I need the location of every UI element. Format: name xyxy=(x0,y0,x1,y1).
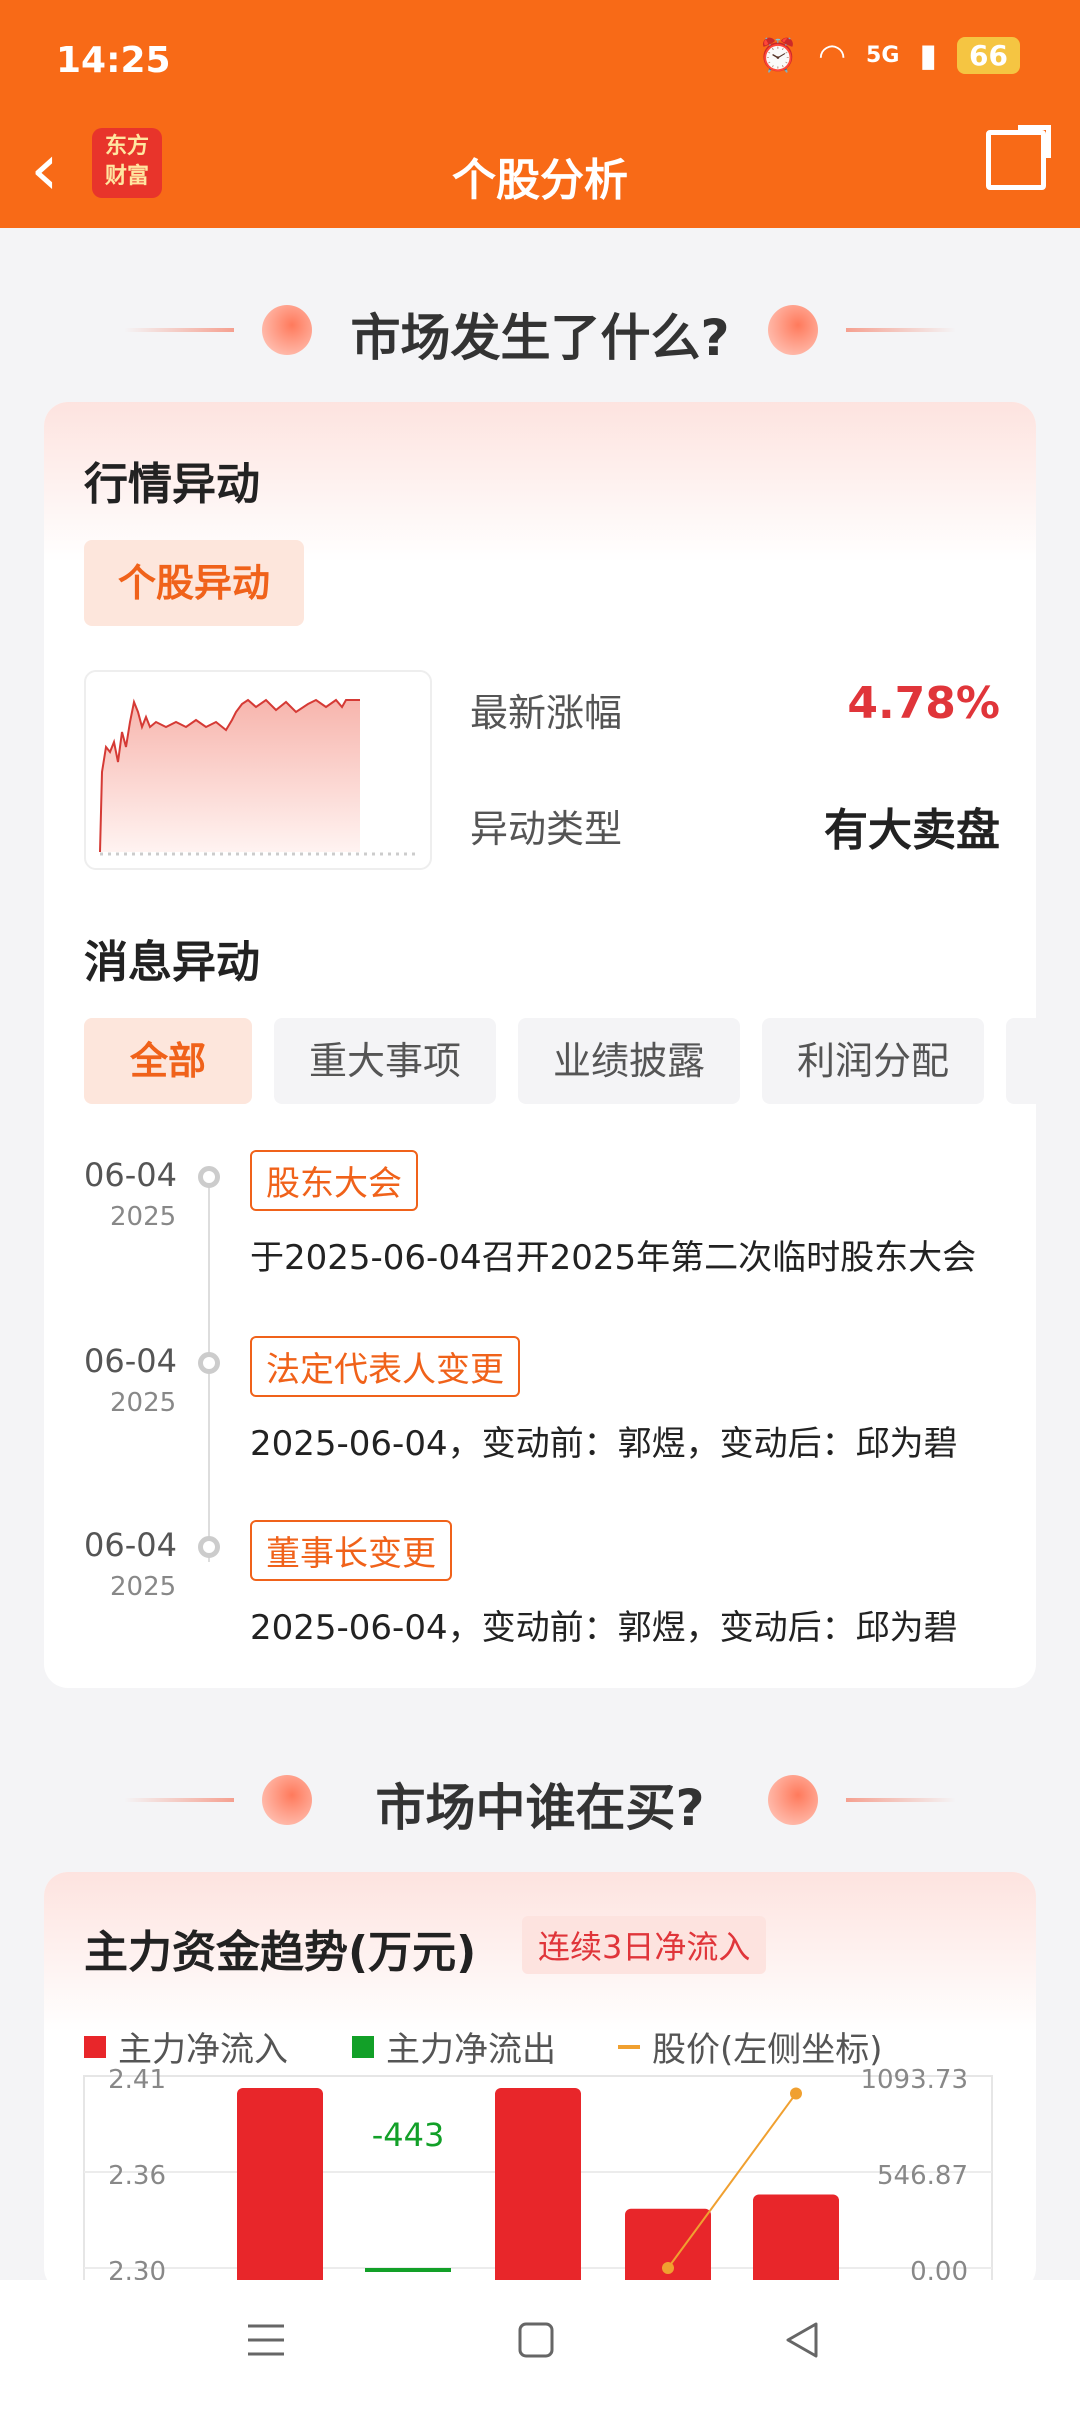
latest-change-value: 4.78% xyxy=(847,678,1000,729)
news-tag-3[interactable]: 董事长变更 xyxy=(250,1520,452,1581)
heading2-deco-ball-right xyxy=(768,1775,818,1825)
legend-price-swatch xyxy=(618,2044,640,2049)
intraday-sparkline[interactable] xyxy=(84,670,432,870)
inflow-bar-3[interactable] xyxy=(495,2088,581,2292)
right-tick-1: 1093.73 xyxy=(860,2068,968,2095)
news-text-2[interactable]: 2025-06-04，变动前：郭煜，变动后：邱为碧 xyxy=(250,1416,958,1465)
legend-inflow-label: 主力净流入 xyxy=(118,2030,288,2070)
inflow-bar-5[interactable] xyxy=(753,2194,839,2292)
alarm-icon: ⏰ xyxy=(758,36,799,74)
anomaly-title: 行情异动 xyxy=(84,459,260,510)
legend-price-label: 股价(左侧坐标) xyxy=(652,2030,883,2070)
outflow-bar-2[interactable] xyxy=(365,2268,451,2272)
sparkline-chart xyxy=(99,698,416,856)
fund-trend-title: 主力资金趋势(万元) xyxy=(84,1927,477,1978)
news-year-3: 2025 xyxy=(110,1572,177,1602)
timeline-dot-2 xyxy=(198,1352,220,1374)
status-icons: ⏰ ◠ 5G ▮ 66 xyxy=(758,36,1020,74)
back-nav-icon[interactable] xyxy=(782,2320,822,2360)
anomaly-type-value: 有大卖盘 xyxy=(824,805,1000,856)
news-text-3[interactable]: 2025-06-04，变动前：郭煜，变动后：邱为碧 xyxy=(250,1600,958,1649)
nav-bar: ‹ 个股分析 xyxy=(0,120,1080,228)
news-date-3: 06-04 xyxy=(84,1526,177,1564)
latest-change-label: 最新涨幅 xyxy=(470,691,623,735)
stock-anomaly-tag[interactable]: 个股异动 xyxy=(84,540,304,626)
page-title: 个股分析 xyxy=(452,155,628,206)
news-year-2: 2025 xyxy=(110,1388,177,1418)
news-date-2: 06-04 xyxy=(84,1342,177,1380)
tab-earnings[interactable]: 业绩披露 xyxy=(518,1018,740,1104)
outflow-bar-label: -443 xyxy=(372,2116,445,2154)
legend-inflow-swatch xyxy=(84,2035,106,2058)
share-icon[interactable] xyxy=(986,125,1051,190)
status-time: 14:25 xyxy=(56,40,171,81)
wifi-icon: ◠ xyxy=(818,36,847,74)
inflow-bar-1[interactable] xyxy=(237,2088,323,2292)
net-inflow-badge: 连续3日净流入 xyxy=(522,1916,767,1974)
battery-icon: 66 xyxy=(957,36,1020,74)
timeline-dot-3 xyxy=(198,1536,220,1558)
signal-icon: ▮ xyxy=(919,36,938,74)
section-heading-market-events: 市场发生了什么? xyxy=(350,309,730,367)
tab-all[interactable]: 全部 xyxy=(84,1018,252,1104)
home-icon[interactable] xyxy=(516,2320,556,2360)
news-year-1: 2025 xyxy=(110,1202,177,1232)
logo-line2: 财富 xyxy=(104,164,149,189)
tab-major-events[interactable]: 重大事项 xyxy=(274,1018,496,1104)
tab-dividends[interactable]: 利润分配 xyxy=(762,1018,984,1104)
anomaly-type-label: 异动类型 xyxy=(470,807,623,851)
heading2-deco-line-right xyxy=(846,1798,956,1802)
tab-more-partial[interactable] xyxy=(1006,1018,1036,1104)
legend-price: 股价(左侧坐标) xyxy=(618,2022,883,2071)
section-heading-who-buys: 市场中谁在买? xyxy=(375,1779,705,1837)
legend-outflow-swatch xyxy=(352,2035,374,2058)
news-anomaly-title: 消息异动 xyxy=(84,937,260,988)
menu-icon[interactable] xyxy=(246,2320,286,2360)
anomaly-card: 行情异动 个股异动 最新涨幅 4.78% 异动类型 有大卖盘 消息异动 全部 重… xyxy=(44,402,1036,1688)
news-date-1: 06-04 xyxy=(84,1156,177,1194)
news-tag-2[interactable]: 法定代表人变更 xyxy=(250,1336,520,1397)
legend-outflow-label: 主力净流出 xyxy=(386,2030,556,2070)
legend-outflow: 主力净流出 xyxy=(352,2022,556,2071)
fund-trend-card: 主力资金趋势(万元) 连续3日净流入 主力净流入 主力净流出 股价(左侧坐标) … xyxy=(44,1872,1036,2292)
timeline-dot-1 xyxy=(198,1166,220,1188)
price-point-1 xyxy=(662,2262,674,2274)
heading-deco-line-right xyxy=(846,328,956,332)
system-nav-bar xyxy=(0,2280,1080,2412)
price-point-2 xyxy=(790,2087,802,2100)
legend-inflow: 主力净流入 xyxy=(84,2022,288,2071)
app-logo: 东方 财富 xyxy=(92,128,162,198)
right-tick-2: 546.87 xyxy=(877,2161,968,2191)
fund-trend-chart[interactable]: 2.41 2.36 2.30 1093.73 546.87 0.00 -443 xyxy=(44,2068,1036,2292)
heading-deco-ball-right xyxy=(768,305,818,355)
news-tag-1[interactable]: 股东大会 xyxy=(250,1150,418,1211)
left-tick-1: 2.41 xyxy=(108,2068,166,2095)
news-text-1[interactable]: 于2025-06-04召开2025年第二次临时股东大会 xyxy=(250,1230,976,1279)
logo-line1: 东方 xyxy=(104,134,149,159)
status-bar: 14:25 ⏰ ◠ 5G ▮ 66 xyxy=(0,0,1080,120)
left-tick-2: 2.36 xyxy=(108,2161,166,2191)
network-label: 5G xyxy=(866,42,900,68)
